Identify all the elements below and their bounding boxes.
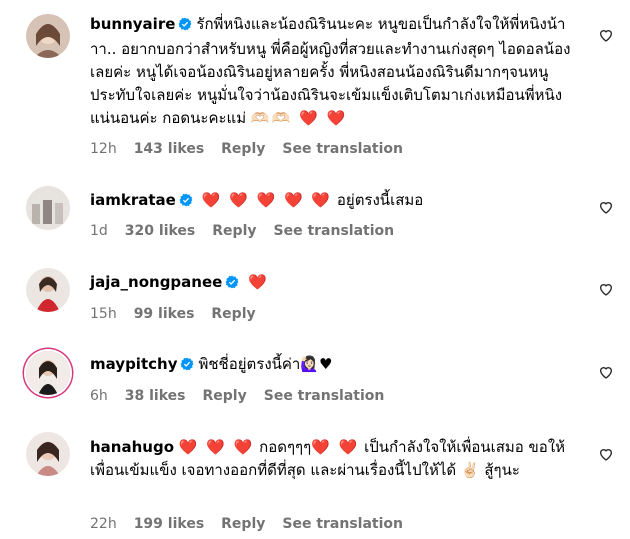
likes-count[interactable]: 199 likes — [134, 516, 204, 532]
avatar[interactable] — [26, 14, 70, 58]
heart-outline-icon[interactable] — [598, 364, 614, 380]
see-translation-button[interactable]: See translation — [282, 141, 403, 157]
heart-outline-icon[interactable] — [598, 446, 614, 462]
comment-emoji: 🙋🏻‍♀️♥ — [300, 355, 333, 373]
timestamp[interactable]: 12h — [90, 141, 117, 157]
username[interactable]: maypitchy — [90, 355, 177, 373]
verified-badge-icon — [225, 273, 239, 296]
avatar[interactable] — [26, 268, 70, 312]
username[interactable]: jaja_nongpanee — [90, 273, 222, 291]
username[interactable]: hanahugo — [90, 438, 174, 456]
avatar[interactable] — [26, 351, 70, 395]
comment-emoji: ❤️ ❤️ ❤️ — [178, 438, 255, 456]
comment-emoji: 🫶🏻🫶🏻 ❤️ ❤️ — [250, 109, 348, 127]
comment-emoji: ❤️ — [248, 273, 269, 291]
comment-emoji: ❤️ ❤️ — [311, 438, 360, 456]
reply-button[interactable]: Reply — [203, 388, 247, 404]
timestamp[interactable]: 15h — [90, 306, 117, 322]
reply-button[interactable]: Reply — [221, 516, 265, 532]
comment-emoji: ✌🏻 — [460, 461, 480, 479]
comment-text: กอดๆๆๆ — [259, 438, 312, 456]
see-translation-button[interactable]: See translation — [274, 223, 395, 239]
timestamp[interactable]: 6h — [90, 388, 108, 404]
comment-emoji: ❤️ ❤️ ❤️ ❤️ ❤️ — [201, 191, 333, 209]
likes-count[interactable]: 143 likes — [134, 141, 204, 157]
comment-text: พิชชี่อยู่ตรงนี้ค่า — [198, 355, 301, 373]
verified-badge-icon — [180, 355, 194, 378]
timestamp[interactable]: 1d — [90, 223, 108, 239]
username[interactable]: iamkratae — [90, 191, 176, 209]
timestamp[interactable]: 22h — [90, 516, 117, 532]
comment-text: อยู่ตรงนี้เสมอ — [336, 191, 424, 209]
see-translation-button[interactable]: See translation — [264, 388, 385, 404]
reply-button[interactable]: Reply — [221, 141, 265, 157]
see-translation-button[interactable]: See translation — [282, 516, 403, 532]
heart-outline-icon[interactable] — [598, 199, 614, 215]
username[interactable]: bunnyaire — [90, 15, 175, 33]
likes-count[interactable]: 38 likes — [125, 388, 186, 404]
avatar[interactable] — [26, 432, 70, 476]
likes-count[interactable]: 99 likes — [134, 306, 195, 322]
comment-text: สู้ๆนะ — [484, 461, 520, 479]
reply-button[interactable]: Reply — [211, 306, 255, 322]
reply-button[interactable]: Reply — [212, 223, 256, 239]
heart-outline-icon[interactable] — [598, 281, 614, 297]
verified-badge-icon — [178, 15, 192, 38]
avatar[interactable] — [26, 186, 70, 230]
heart-outline-icon[interactable] — [598, 27, 614, 43]
verified-badge-icon — [179, 191, 193, 214]
likes-count[interactable]: 320 likes — [125, 223, 195, 239]
